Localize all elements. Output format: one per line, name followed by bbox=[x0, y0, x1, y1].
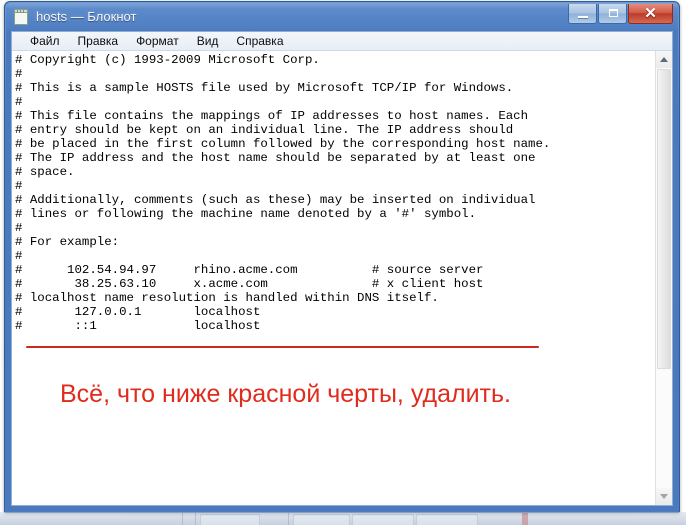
client-area: Файл Правка Формат Вид Справка # Copyrig… bbox=[11, 31, 673, 506]
scrollbar-thumb[interactable] bbox=[657, 69, 671, 369]
taskbar-button[interactable] bbox=[416, 514, 478, 525]
menu-item-format[interactable]: Формат bbox=[128, 33, 187, 50]
menu-bar: Файл Правка Формат Вид Справка bbox=[12, 32, 672, 51]
notepad-icon bbox=[14, 9, 29, 25]
vertical-scrollbar[interactable] bbox=[655, 51, 672, 505]
maximize-button[interactable] bbox=[598, 4, 627, 24]
taskbar-button[interactable] bbox=[200, 514, 260, 525]
minimize-icon bbox=[578, 16, 588, 18]
scroll-up-button[interactable] bbox=[656, 51, 672, 68]
taskbar-indicator bbox=[522, 513, 528, 525]
close-button[interactable]: ✕ bbox=[628, 4, 673, 24]
title-bar[interactable]: hosts — Блокнот ✕ bbox=[6, 3, 678, 31]
desktop-background: hosts — Блокнот ✕ Файл Правка Формат Вид… bbox=[0, 0, 686, 525]
text-editor[interactable]: # Copyright (c) 1993-2009 Microsoft Corp… bbox=[12, 51, 655, 505]
red-divider-line bbox=[26, 346, 539, 348]
window-title: hosts — Блокнот bbox=[36, 9, 137, 24]
taskbar-button[interactable] bbox=[293, 514, 350, 525]
chevron-up-icon bbox=[660, 57, 668, 62]
scroll-down-button[interactable] bbox=[656, 488, 672, 505]
hosts-file-text: # Copyright (c) 1993-2009 Microsoft Corp… bbox=[15, 53, 551, 333]
menu-item-edit[interactable]: Правка bbox=[70, 33, 127, 50]
maximize-icon bbox=[609, 9, 618, 17]
notepad-window: hosts — Блокнот ✕ Файл Правка Формат Вид… bbox=[4, 1, 680, 513]
menu-item-file[interactable]: Файл bbox=[22, 33, 68, 50]
chevron-down-icon bbox=[660, 494, 668, 499]
red-annotation-text: Всё, что ниже красной черты, удалить. bbox=[60, 380, 511, 408]
taskbar[interactable] bbox=[0, 512, 686, 525]
window-frame: hosts — Блокнот ✕ Файл Правка Формат Вид… bbox=[6, 3, 678, 511]
minimize-button[interactable] bbox=[568, 4, 597, 24]
taskbar-button[interactable] bbox=[352, 514, 414, 525]
menu-item-help[interactable]: Справка bbox=[228, 33, 291, 50]
close-icon: ✕ bbox=[644, 5, 657, 22]
window-controls: ✕ bbox=[567, 4, 673, 25]
menu-item-view[interactable]: Вид bbox=[189, 33, 227, 50]
